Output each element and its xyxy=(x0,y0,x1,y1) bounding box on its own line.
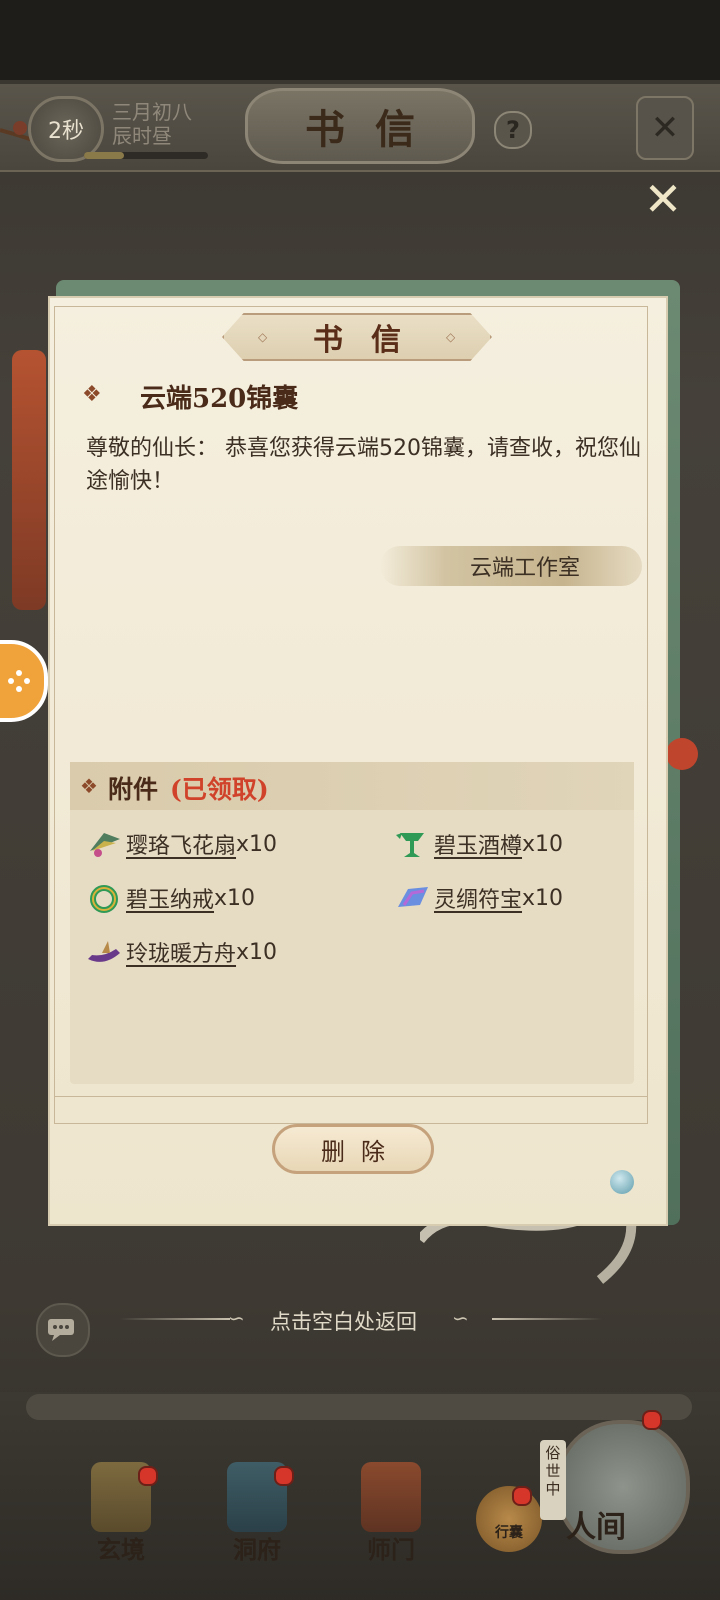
talisman-icon xyxy=(398,887,428,907)
nav-item-xuanjing[interactable]: 玄境 xyxy=(76,1462,166,1572)
hint-line xyxy=(120,1318,230,1320)
close-icon: ✕ xyxy=(650,108,680,148)
attachment-item[interactable]: 灵绸符宝 x10 xyxy=(394,880,563,916)
divider xyxy=(54,1096,648,1097)
date-line: 三月初八 xyxy=(112,100,192,124)
attachment-item[interactable]: 碧玉酒樽 x10 xyxy=(394,826,563,862)
attachment-qty: x10 xyxy=(236,831,278,857)
time-progress-fill xyxy=(84,152,124,159)
letter-sender: 云端工作室 xyxy=(470,556,581,581)
swirl-icon: ∽ xyxy=(228,1306,245,1330)
game-date: 三月初八 辰时昼 xyxy=(112,100,192,148)
nav-label: 洞府 xyxy=(233,1535,281,1564)
attachment-qty: x10 xyxy=(522,885,564,911)
delete-button[interactable]: 删除 xyxy=(272,1124,434,1174)
ring-icon xyxy=(90,885,118,913)
header-title: 书信 xyxy=(245,88,475,164)
question-mark-icon: ? xyxy=(506,116,520,144)
attachment-name: 碧玉酒樽 xyxy=(434,834,523,859)
letter-subject: 云端520锦囊 xyxy=(140,384,299,414)
ornament-icon: ◇ xyxy=(446,330,456,344)
tap-to-return-hint: 点击空白处返回 xyxy=(270,1310,417,1334)
attachment-qty: x10 xyxy=(214,885,256,911)
chat-button[interactable] xyxy=(36,1303,90,1357)
world-status-tag: 俗世中 xyxy=(540,1440,566,1520)
fan-icon xyxy=(90,833,120,857)
diamond-icon: ❖ xyxy=(82,382,102,407)
diamond-icon: ❖ xyxy=(80,774,98,798)
notification-dot xyxy=(512,1486,532,1506)
nav-strip xyxy=(26,1394,692,1420)
boat-icon xyxy=(88,941,120,962)
bag-icon[interactable] xyxy=(476,1486,542,1552)
jade-goblet-icon xyxy=(396,833,424,857)
pearl-ornament xyxy=(610,1170,634,1194)
attachments-status: (已领取) xyxy=(170,775,269,804)
hint-line xyxy=(492,1318,602,1320)
red-ribbon xyxy=(12,350,46,610)
chat-bubble-icon xyxy=(48,1319,74,1341)
nav-item-shimen[interactable]: 师门 xyxy=(346,1462,436,1572)
nav-bag-label: 行囊 xyxy=(495,1525,523,1541)
nav-label: 师门 xyxy=(367,1535,415,1564)
nav-label: 玄境 xyxy=(97,1535,145,1564)
notification-dot xyxy=(138,1466,158,1486)
notification-dot xyxy=(642,1410,662,1430)
attachment-qty: x10 xyxy=(522,831,564,857)
attachment-item[interactable]: 璎珞飞花扇 x10 xyxy=(86,826,277,862)
attachment-name: 碧玉纳戒 xyxy=(126,888,215,913)
time-line: 辰时昼 xyxy=(112,124,172,148)
nav-world-label: 人间 xyxy=(566,1510,626,1545)
attachment-item[interactable]: 碧玉纳戒 x10 xyxy=(86,880,255,916)
letter-body: 尊敬的仙长： 恭喜您获得云端520锦囊，请查收，祝您仙途愉快！ xyxy=(86,436,641,494)
close-icon[interactable]: ✕ xyxy=(640,176,686,222)
swirl-icon: ∽ xyxy=(452,1306,469,1330)
attachment-qty: x10 xyxy=(236,939,278,965)
attachment-name: 灵绸符宝 xyxy=(434,888,523,913)
nav-item-dongfu[interactable]: 洞府 xyxy=(212,1462,302,1572)
attachment-item[interactable]: 玲珑暖方舟 x10 xyxy=(86,934,277,970)
help-button[interactable]: ? xyxy=(494,111,532,149)
header-close-button[interactable]: ✕ xyxy=(636,96,694,160)
attachments-label: 附件 xyxy=(108,775,159,804)
notification-dot xyxy=(274,1466,294,1486)
attachment-name: 玲珑暖方舟 xyxy=(126,942,237,967)
attachment-name: 璎珞飞花扇 xyxy=(126,834,237,859)
banner-icon xyxy=(361,1462,421,1532)
red-knot xyxy=(666,738,698,770)
attachments-panel xyxy=(70,762,634,1084)
ornament-icon: ◇ xyxy=(258,330,268,344)
